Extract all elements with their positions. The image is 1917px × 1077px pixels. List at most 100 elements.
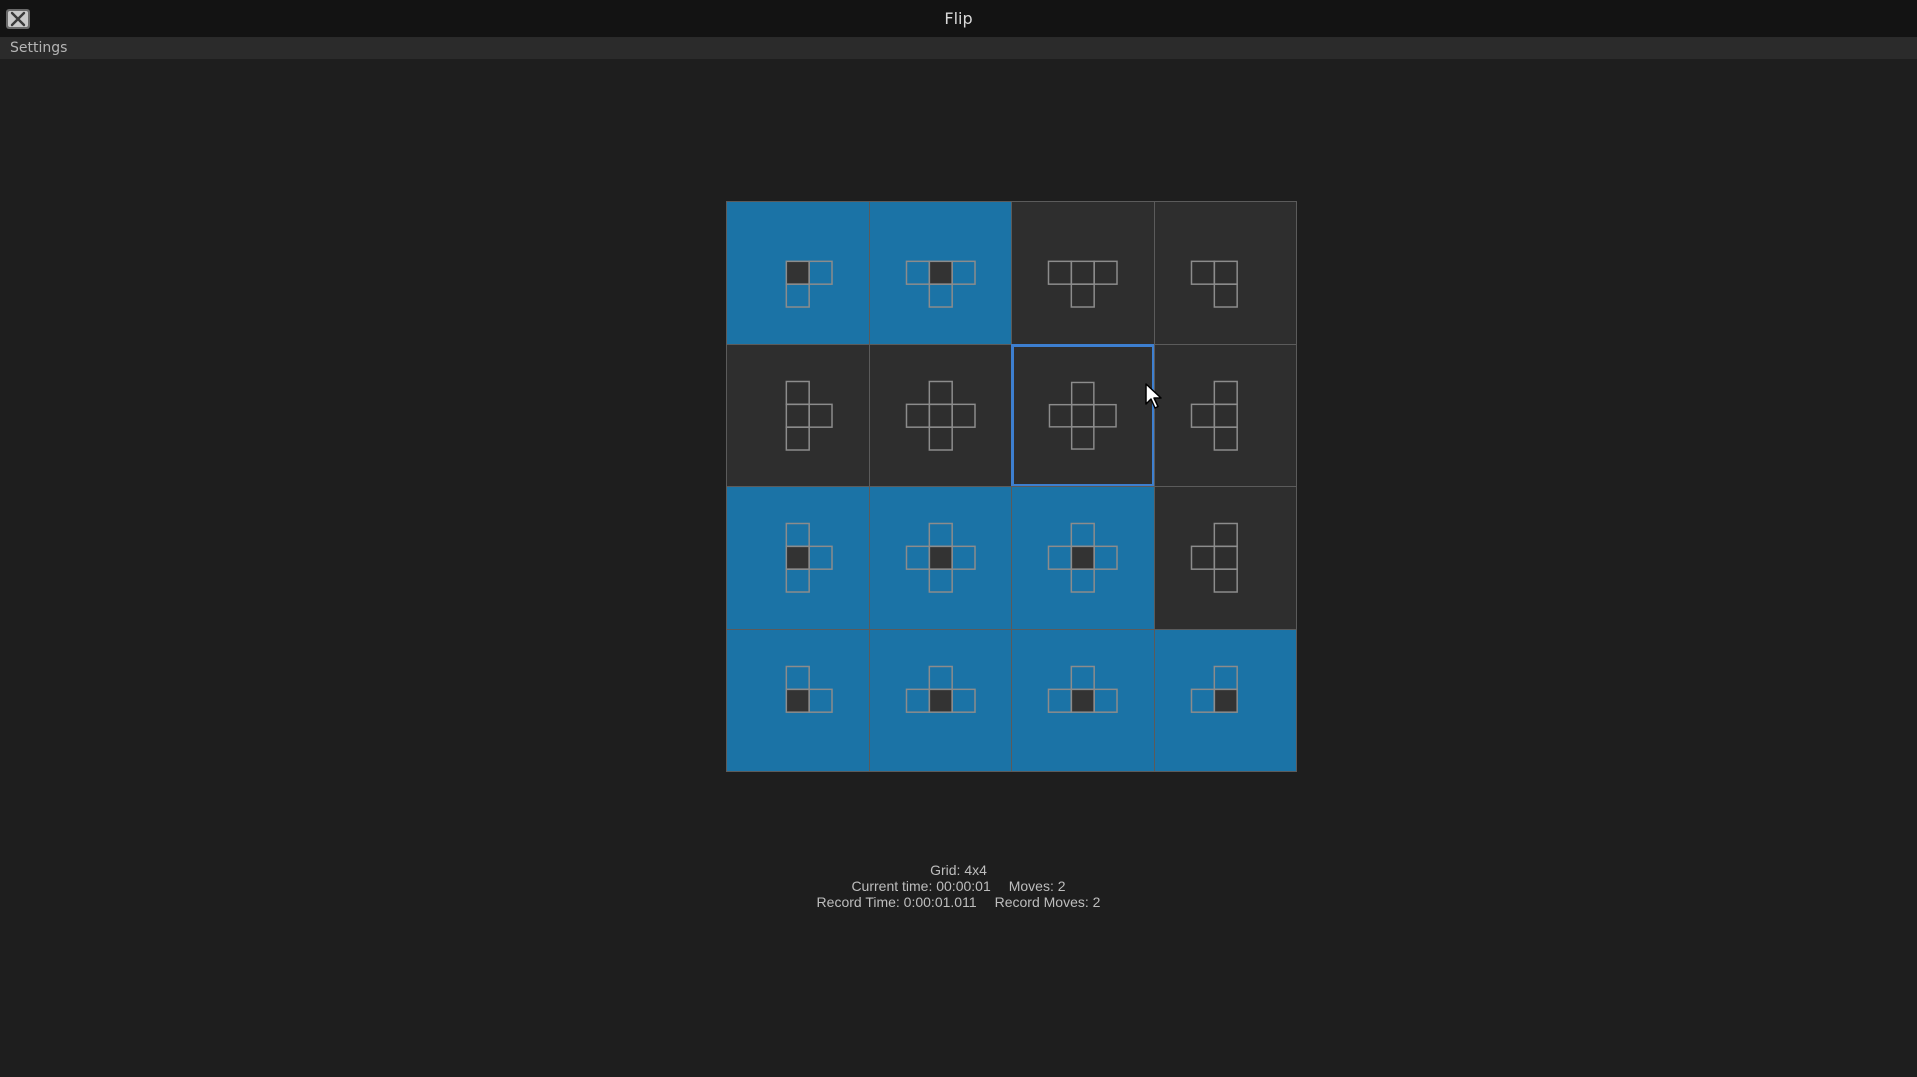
pattern-square-center	[928, 260, 953, 285]
pattern-square-left	[905, 688, 930, 713]
menu-bar: Settings	[0, 38, 1917, 59]
pattern-square-center	[1070, 260, 1095, 285]
pattern-square-center	[785, 403, 810, 428]
tile-r1-c4[interactable]	[1153, 201, 1297, 345]
pattern-square-center	[1213, 545, 1238, 570]
pattern-square-up	[1213, 665, 1238, 690]
flip-pattern-icon	[785, 260, 833, 308]
pattern-square-down	[1070, 425, 1095, 450]
pattern-square-left	[905, 545, 930, 570]
pattern-square-right	[950, 688, 976, 713]
pattern-square-down	[928, 425, 953, 451]
flip-pattern-icon	[1047, 260, 1118, 308]
pattern-square-up	[785, 522, 810, 548]
pattern-square-left	[1048, 403, 1073, 428]
pattern-square-center	[928, 545, 953, 570]
tile-r4-c1[interactable]	[726, 628, 870, 772]
grid-size-label: Grid: 4x4	[930, 862, 987, 878]
pattern-square-up	[1070, 665, 1095, 690]
tile-r4-c3[interactable]	[1011, 628, 1155, 772]
pattern-square-center	[1213, 403, 1238, 428]
window-title: Flip	[944, 9, 973, 28]
tile-r3-c3[interactable]	[1011, 486, 1155, 630]
pattern-square-center	[928, 688, 953, 713]
pattern-square-center	[1070, 403, 1095, 428]
flip-pattern-icon	[905, 260, 976, 308]
pattern-square-up	[1213, 522, 1238, 548]
pattern-square-down	[1213, 568, 1238, 593]
pattern-square-left	[905, 260, 930, 285]
tile-r3-c2[interactable]	[868, 486, 1012, 630]
pattern-square-right	[1093, 545, 1118, 570]
pattern-square-down	[1070, 283, 1095, 308]
tile-r1-c2[interactable]	[868, 201, 1012, 345]
flip-pattern-icon	[905, 665, 976, 713]
pattern-square-left	[1190, 403, 1215, 428]
record-stats-line: Record Time: 0:00:01.011 Record Moves: 2	[0, 894, 1917, 910]
pattern-square-down	[928, 283, 953, 308]
flip-pattern-icon	[1047, 665, 1118, 713]
pattern-square-down	[1213, 283, 1238, 308]
pattern-square-up	[1213, 380, 1238, 405]
current-stats-line: Current time: 00:00:01 Moves: 2	[0, 878, 1917, 894]
tile-r4-c4[interactable]	[1153, 628, 1297, 772]
title-bar: Flip	[0, 0, 1917, 38]
flip-pattern-icon	[785, 522, 833, 593]
pattern-square-left	[1047, 545, 1073, 570]
pattern-square-right	[808, 260, 833, 285]
flip-pattern-icon	[905, 522, 976, 593]
tile-r4-c2[interactable]	[868, 628, 1012, 772]
pattern-square-down	[785, 568, 810, 593]
tile-r2-c3[interactable]	[1011, 343, 1155, 487]
pattern-square-left	[1190, 260, 1215, 285]
pattern-square-up	[785, 665, 810, 690]
pattern-square-right	[808, 545, 833, 570]
pattern-square-up	[928, 522, 953, 548]
pattern-square-center	[785, 260, 810, 285]
pattern-square-down	[928, 568, 953, 593]
pattern-square-center	[1213, 688, 1238, 713]
flip-pattern-icon	[905, 380, 976, 451]
pattern-square-left	[905, 403, 930, 428]
pattern-square-right	[1093, 260, 1118, 285]
pattern-square-center	[785, 545, 810, 570]
tile-r3-c4[interactable]	[1153, 486, 1297, 630]
tile-r2-c4[interactable]	[1153, 343, 1297, 487]
flip-pattern-icon	[785, 380, 833, 451]
record-moves-label: Record Moves: 2	[994, 894, 1101, 910]
pattern-square-left	[1190, 688, 1215, 713]
pattern-square-right	[808, 403, 833, 428]
pattern-square-down	[1070, 568, 1095, 593]
game-board	[726, 201, 1297, 772]
tile-r2-c1[interactable]	[726, 343, 870, 487]
menu-settings[interactable]: Settings	[10, 40, 67, 56]
pattern-square-up	[928, 665, 953, 690]
pattern-square-left	[1190, 545, 1215, 570]
pattern-square-center	[928, 403, 953, 428]
pattern-square-down	[785, 425, 810, 451]
pattern-square-right	[1093, 403, 1117, 428]
pattern-square-up	[785, 380, 810, 405]
pattern-square-right	[950, 260, 976, 285]
pattern-square-up	[1070, 381, 1095, 405]
tile-r2-c2[interactable]	[868, 343, 1012, 487]
tile-r1-c1[interactable]	[726, 201, 870, 345]
status-panel: Grid: 4x4 Current time: 00:00:01 Moves: 2…	[0, 862, 1917, 910]
mouse-cursor-icon	[1145, 383, 1162, 409]
pattern-square-right	[950, 403, 976, 428]
tile-r3-c1[interactable]	[726, 486, 870, 630]
flip-pattern-icon	[1190, 260, 1238, 308]
flip-pattern-icon	[1048, 381, 1117, 450]
pattern-square-right	[808, 688, 833, 713]
pattern-square-right	[1093, 688, 1118, 713]
pattern-square-right	[950, 545, 976, 570]
tile-r1-c3[interactable]	[1011, 201, 1155, 345]
moves-label: Moves: 2	[1008, 878, 1066, 894]
pattern-square-center	[1070, 688, 1095, 713]
pattern-square-left	[1047, 260, 1073, 285]
pattern-square-center	[1070, 545, 1095, 570]
flip-pattern-icon	[1047, 522, 1118, 593]
pattern-square-down	[785, 283, 810, 308]
flip-pattern-icon	[1190, 380, 1238, 451]
pattern-square-up	[1070, 522, 1095, 548]
